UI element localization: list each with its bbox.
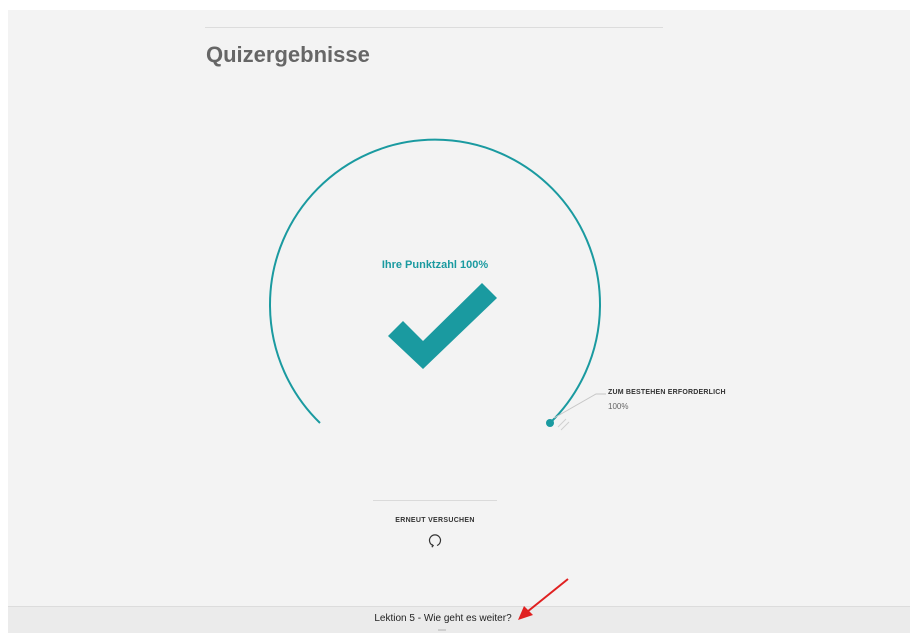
requirement-value: 100% [608, 402, 629, 411]
retry-divider [373, 500, 497, 501]
score-label: Ihre Punktzahl 100% [381, 259, 489, 271]
score-gauge-arc [269, 138, 601, 424]
requirement-leader-line [553, 393, 606, 419]
next-lesson-bar: Lektion 5 - Wie geht es weiter? [8, 606, 910, 633]
retry-icon [428, 534, 442, 548]
retry-label: ERNEUT VERSUCHEN [395, 517, 475, 524]
next-lesson-indicator [438, 629, 446, 631]
checkmark-icon [388, 283, 497, 369]
requirement-marker [546, 419, 554, 427]
requirement-label: ZUM BESTEHEN ERFORDERLICH [608, 389, 726, 396]
retry-button[interactable]: ERNEUT VERSUCHEN [370, 517, 500, 559]
next-lesson-link[interactable]: Lektion 5 - Wie geht es weiter? [8, 613, 878, 624]
